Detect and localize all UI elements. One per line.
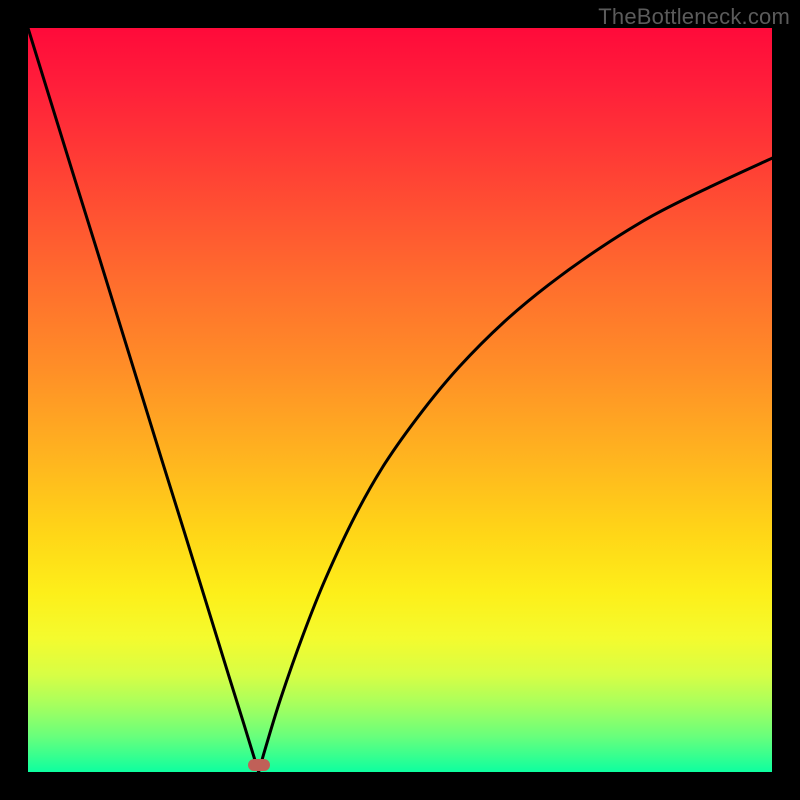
plot-area bbox=[28, 28, 772, 772]
minimum-marker bbox=[248, 759, 270, 771]
curve-path bbox=[28, 28, 772, 772]
bottleneck-curve bbox=[28, 28, 772, 772]
chart-frame: TheBottleneck.com bbox=[0, 0, 800, 800]
watermark-text: TheBottleneck.com bbox=[598, 4, 790, 30]
